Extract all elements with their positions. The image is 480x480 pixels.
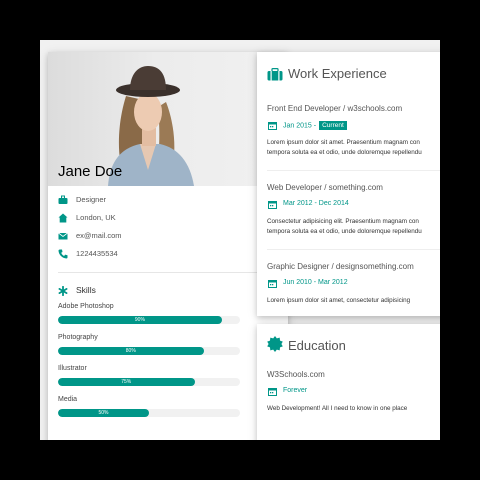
job-date: Jan 2015 - Current: [267, 120, 440, 132]
skill-item: Photography 80%: [48, 334, 288, 365]
calendar-icon: [268, 280, 277, 288]
work-title: Work Experience: [288, 66, 387, 81]
education-header: Education: [257, 324, 440, 364]
job-date-range: Jan 2015 -: [283, 122, 317, 130]
calendar-icon: [268, 201, 277, 209]
certificate-icon: [267, 336, 283, 352]
education-entry: W3Schools.com Forever Web Development! A…: [257, 364, 440, 414]
skill-progress-bar: 80%: [58, 347, 240, 355]
info-row-job: Designer: [48, 192, 288, 210]
job-title: Graphic Designer / designsomething.com: [267, 262, 414, 271]
job-description: tempora soluta ea et odio, unde doloremq…: [267, 228, 422, 235]
work-experience-card: Work Experience Front End Developer / w3…: [257, 52, 440, 316]
work-entry: Web Developer / something.com Mar 2012 -…: [257, 171, 440, 250]
job-description: Consectetur adipisicing elit. Praesentiu…: [267, 218, 419, 225]
info-phone: 1224435534: [76, 249, 118, 258]
skill-progress-fill: 90%: [58, 316, 222, 324]
skills-title: Skills: [76, 285, 96, 295]
education-card: Education W3Schools.com Forever Web Deve…: [257, 324, 440, 440]
job-date: Jun 2010 - Mar 2012: [267, 278, 440, 290]
school-date: Forever: [267, 386, 440, 398]
skill-label: Photography: [58, 334, 98, 341]
job-date-text: Jan 2015 - Current: [283, 121, 347, 130]
calendar-icon: [268, 122, 277, 130]
skill-progress-fill: 50%: [58, 409, 149, 417]
info-row-location: London, UK: [48, 210, 288, 228]
job-date-range: Mar 2012 - Dec 2014: [283, 200, 349, 207]
skills-list: Adobe Photoshop 90% Photography 80% Illu…: [48, 303, 288, 427]
work-entry: Graphic Designer / designsomething.com J…: [257, 250, 440, 306]
job-title: Web Developer / something.com: [267, 183, 383, 192]
skill-progress-fill: 80%: [58, 347, 204, 355]
profile-name: Jane Doe: [58, 163, 123, 180]
job-description: tempora soluta ea et odio, unde doloremq…: [267, 149, 422, 156]
skill-progress-bar: 90%: [58, 316, 240, 324]
school-name: W3Schools.com: [267, 370, 325, 379]
info-location: London, UK: [76, 213, 116, 222]
divider: [58, 272, 278, 273]
info-row-email: ex@mail.com: [48, 228, 288, 246]
skill-progress-bar: 50%: [58, 409, 240, 417]
skill-progress-bar: 75%: [58, 378, 240, 386]
skill-item: Illustrator 75%: [48, 365, 288, 396]
skill-item: Adobe Photoshop 90%: [48, 303, 288, 334]
skills-header: Skills: [48, 279, 288, 303]
current-badge: Current: [319, 121, 347, 130]
job-date-range: Jun 2010 - Mar 2012: [283, 279, 348, 286]
school-description: Web Development! All I need to know in o…: [267, 405, 408, 412]
job-title: Front End Developer / w3schools.com: [267, 104, 403, 113]
home-icon: [58, 213, 68, 223]
contact-info: Designer London, UK ex@mail.com 12244355…: [48, 186, 288, 264]
info-row-phone: 1224435534: [48, 246, 288, 264]
resume-page: Jane Doe Designer London, UK ex@mail.com…: [40, 40, 440, 440]
phone-icon: [58, 249, 68, 259]
education-title: Education: [288, 338, 346, 353]
work-header: Work Experience: [257, 52, 440, 92]
work-entry: Front End Developer / w3schools.com Jan …: [257, 92, 440, 171]
school-date-text: Forever: [283, 387, 308, 394]
profile-card: Jane Doe Designer London, UK ex@mail.com…: [48, 52, 288, 440]
info-job: Designer: [76, 195, 107, 204]
envelope-icon: [58, 232, 68, 240]
profile-photo: Jane Doe: [48, 52, 288, 186]
info-email[interactable]: ex@mail.com: [76, 231, 122, 240]
briefcase-icon: [58, 195, 68, 204]
job-date: Mar 2012 - Dec 2014: [267, 199, 440, 211]
calendar-icon: [268, 388, 277, 396]
skill-label: Adobe Photoshop: [58, 303, 114, 310]
skill-label: Media: [58, 396, 78, 403]
job-description: Lorem ipsum dolor sit amet. Praesentium …: [267, 139, 420, 146]
skill-progress-fill: 75%: [58, 378, 195, 386]
asterisk-icon: [58, 286, 68, 296]
suitcase-icon: [267, 68, 283, 81]
skill-label: Illustrator: [58, 365, 87, 372]
job-description: Lorem ipsum dolor sit amet, consectetur …: [267, 297, 411, 304]
skill-item: Media 50%: [48, 396, 288, 427]
